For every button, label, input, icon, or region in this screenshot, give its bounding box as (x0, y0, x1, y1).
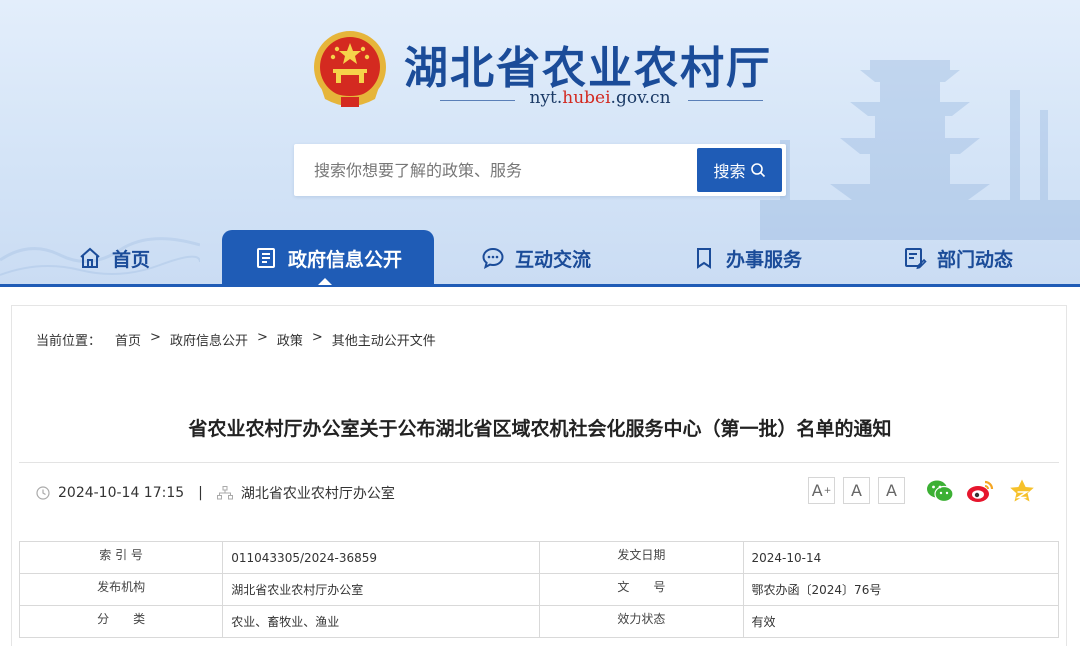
weibo-icon[interactable] (966, 478, 994, 504)
clock-icon (36, 486, 50, 500)
nav-item-label: 政府信息公开 (287, 248, 402, 271)
info-value: 湖北省农业农村厅办公室 (222, 573, 541, 606)
national-emblem-logo (314, 31, 386, 107)
search-input[interactable] (298, 148, 694, 192)
nav-item-home[interactable]: 首页 (78, 230, 150, 286)
font-size-increase-button[interactable]: A + (808, 477, 835, 504)
search-button[interactable]: 搜索 (697, 148, 782, 192)
breadcrumb-lead: 当前位置： (36, 334, 102, 349)
info-value: 农业、畜牧业、渔业 (222, 605, 541, 638)
info-value: 有效 (742, 605, 1060, 638)
info-value: 011043305/2024-36859 (222, 541, 541, 574)
yellow-crane-tower-decoration (760, 60, 1080, 240)
info-key: 索 引 号 (18, 541, 224, 574)
document-list-icon (256, 248, 275, 268)
breadcrumb-other-files[interactable]: 其他主动公开文件 (332, 330, 436, 349)
nav-item-label: 办事服务 (726, 248, 803, 271)
document-info-table: 索 引 号 011043305/2024-36859 发文日期 2024-10-… (18, 541, 1060, 638)
news-edit-icon (905, 248, 927, 270)
domain-divider-right (688, 100, 763, 101)
site-domain: nyt.hubei.gov.cn (529, 88, 671, 108)
font-size-default-button[interactable]: A (843, 477, 870, 504)
breadcrumb-separator: > (256, 330, 268, 345)
nav-item-services[interactable]: 办事服务 (692, 230, 802, 286)
org-chart-icon (216, 486, 233, 500)
article-title: 省农业农村厅办公室关于公布湖北省区域农机社会化服务中心（第一批）名单的通知 (188, 418, 892, 440)
chat-bubble-icon (482, 247, 504, 269)
nav-item-interaction[interactable]: 互动交流 (481, 230, 591, 286)
domain-divider-left (440, 100, 515, 101)
favorite-star-icon[interactable] (1008, 478, 1036, 504)
wechat-icon[interactable] (926, 478, 954, 504)
table-row: 发布机构 湖北省农业农村厅办公室 文 号 鄂农办函〔2024〕76号 (18, 573, 1060, 606)
info-value: 2024-10-14 (742, 541, 1060, 574)
search-button-label: 搜索 (713, 162, 746, 181)
nav-item-label: 互动交流 (515, 248, 592, 271)
publish-datetime: 2024-10-14 17:15 (58, 485, 185, 501)
info-key: 分 类 (18, 605, 224, 638)
breadcrumb-separator: > (311, 330, 323, 345)
info-key: 发文日期 (539, 541, 744, 574)
breadcrumb-policy[interactable]: 政策 (277, 330, 303, 349)
publisher: 湖北省农业农村厅办公室 (240, 486, 395, 502)
nav-item-dept-news[interactable]: 部门动态 (903, 230, 1013, 286)
bookmark-icon (697, 248, 711, 269)
home-icon (80, 247, 100, 268)
active-tab-indicator (318, 278, 332, 285)
main-nav: 首页 政府信息公开 互动交流 办事服务 部门动态 (0, 230, 1080, 286)
nav-underline (0, 284, 1080, 287)
site-title: 湖北省农业农村厅 (404, 43, 772, 94)
breadcrumb-home[interactable]: 首页 (115, 330, 141, 349)
font-size-decrease-button[interactable]: A (878, 477, 905, 504)
meta-divider (19, 462, 1059, 463)
breadcrumb: 当前位置： 首页 > 政府信息公开 > 政策 > 其他主动公开文件 (36, 330, 436, 349)
nav-item-label: 首页 (112, 248, 151, 271)
search-icon (750, 163, 765, 178)
meta-separator: | (198, 485, 203, 501)
table-row: 分 类 农业、畜牧业、渔业 效力状态 有效 (18, 605, 1060, 638)
nav-item-label: 部门动态 (937, 248, 1014, 271)
info-key: 效力状态 (539, 605, 744, 638)
breadcrumb-gov-info[interactable]: 政府信息公开 (170, 330, 248, 349)
table-row: 索 引 号 011043305/2024-36859 发文日期 2024-10-… (18, 541, 1060, 574)
info-key: 发布机构 (18, 573, 224, 606)
info-key: 文 号 (539, 573, 744, 606)
article-meta: 2024-10-14 17:15 | 湖北省农业农村厅办公室 (36, 483, 395, 503)
info-value: 鄂农办函〔2024〕76号 (742, 573, 1060, 606)
breadcrumb-separator: > (150, 330, 161, 345)
